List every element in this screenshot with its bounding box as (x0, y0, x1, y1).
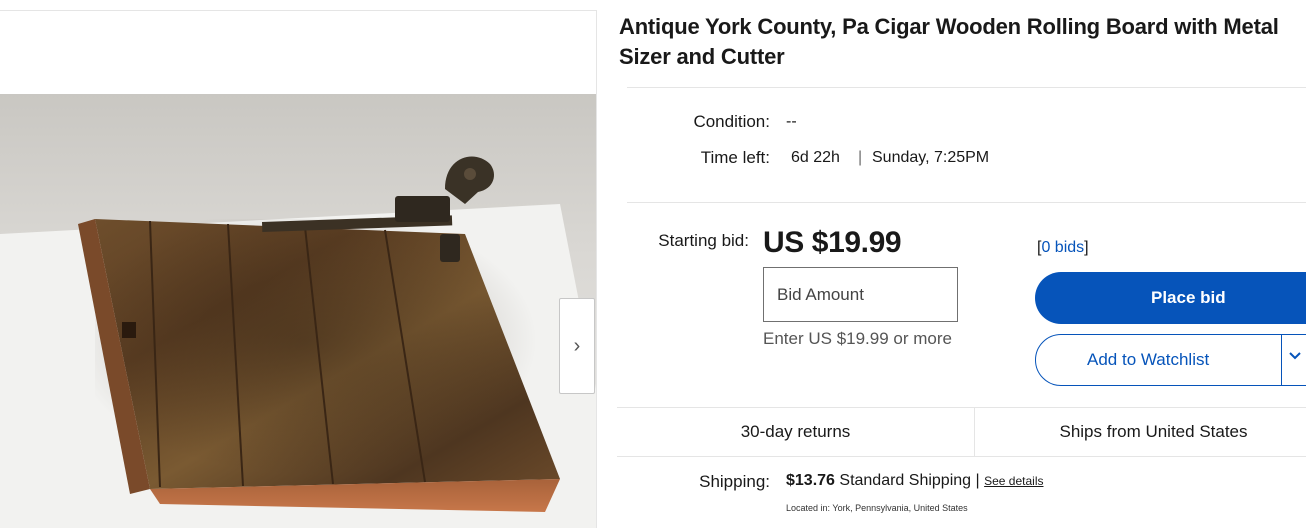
chevron-down-icon[interactable] (1288, 349, 1302, 368)
divider (1281, 335, 1282, 385)
item-photo[interactable] (0, 94, 597, 528)
condition-label: Condition: (693, 112, 770, 131)
add-to-watchlist-button[interactable]: Add to Watchlist (1036, 350, 1282, 370)
divider (617, 456, 1306, 457)
time-separator: | (858, 149, 863, 166)
item-title: Antique York County, Pa Cigar Wooden Rol… (619, 14, 1279, 69)
shipping-cost: $13.76 (786, 472, 835, 489)
shipping-info: $13.76 Standard Shipping | See details (786, 472, 1043, 490)
shipping-separator: | (975, 472, 980, 489)
time-left-label: Time left: (700, 148, 770, 167)
time-left-value: 6d 22h (791, 149, 840, 166)
bid-amount-input[interactable] (763, 267, 958, 322)
divider (627, 202, 1306, 203)
condition-value: -- (786, 113, 797, 130)
end-time: Sunday, 7:25PM (872, 149, 990, 166)
shipping-label: Shipping: (699, 472, 770, 491)
bid-count: [0 bids] (1037, 239, 1089, 257)
next-image-button[interactable]: › (559, 298, 595, 394)
chevron-right-icon: › (573, 334, 581, 357)
located-value: York, Pennsylvania, United States (832, 503, 968, 513)
located-label: Located in: (786, 503, 831, 513)
watchlist-button-group: Add to Watchlist (1035, 334, 1306, 386)
item-location: Located in: York, Pennsylvania, United S… (786, 503, 968, 513)
item-image-gallery[interactable]: › (0, 10, 597, 528)
ships-from: Ships from United States (1059, 422, 1248, 441)
bid-count-close: ] (1084, 239, 1089, 256)
divider (627, 87, 1306, 88)
current-price: US $19.99 (763, 226, 902, 259)
starting-bid-label: Starting bid: (658, 231, 749, 250)
place-bid-button[interactable]: Place bid (1035, 272, 1306, 324)
see-details-link[interactable]: See details (984, 474, 1043, 488)
bid-hint: Enter US $19.99 or more (763, 329, 952, 348)
shipping-method: Standard Shipping (839, 472, 972, 489)
returns-policy: 30-day returns (740, 422, 851, 441)
bid-history-link[interactable]: 0 bids (1041, 239, 1084, 256)
